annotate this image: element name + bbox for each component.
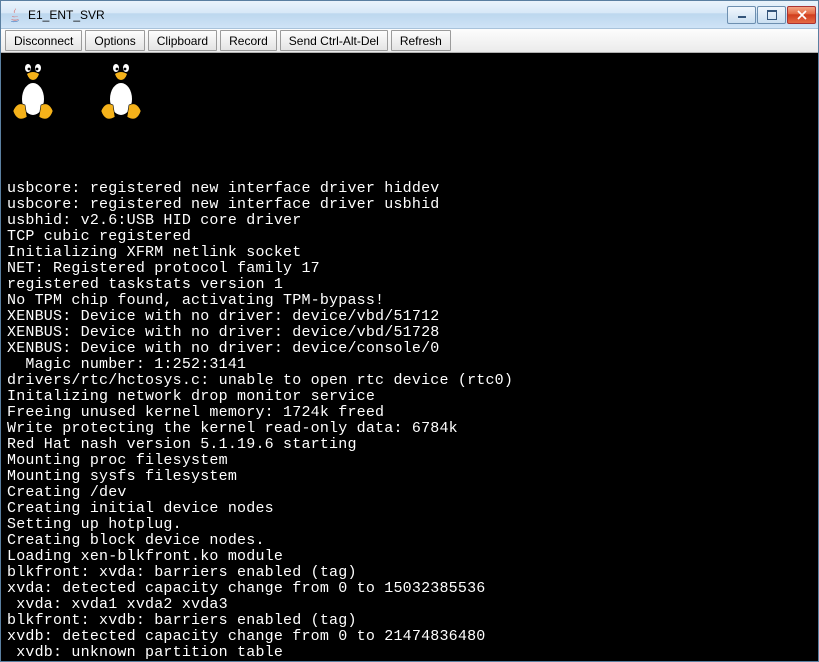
boot-log: usbcore: registered new interface driver… (7, 181, 812, 661)
record-button[interactable]: Record (220, 30, 277, 51)
boot-logo-row (7, 53, 147, 123)
app-window: E1_ENT_SVR Disconnect Options Clipboard … (0, 0, 819, 662)
console-viewport[interactable]: usbcore: registered new interface driver… (1, 53, 818, 661)
window-title: E1_ENT_SVR (28, 7, 727, 22)
options-button[interactable]: Options (85, 30, 144, 51)
disconnect-button[interactable]: Disconnect (5, 30, 82, 51)
clipboard-button[interactable]: Clipboard (148, 30, 217, 51)
send-ctrl-alt-del-button[interactable]: Send Ctrl-Alt-Del (280, 30, 388, 51)
toolbar: Disconnect Options Clipboard Record Send… (1, 29, 818, 53)
tux-icon (7, 53, 59, 123)
window-controls (727, 6, 816, 24)
maximize-button[interactable] (757, 6, 786, 24)
refresh-button[interactable]: Refresh (391, 30, 451, 51)
tux-icon (95, 53, 147, 123)
close-button[interactable] (787, 6, 816, 24)
titlebar[interactable]: E1_ENT_SVR (1, 1, 818, 29)
java-icon (7, 7, 23, 23)
minimize-button[interactable] (727, 6, 756, 24)
